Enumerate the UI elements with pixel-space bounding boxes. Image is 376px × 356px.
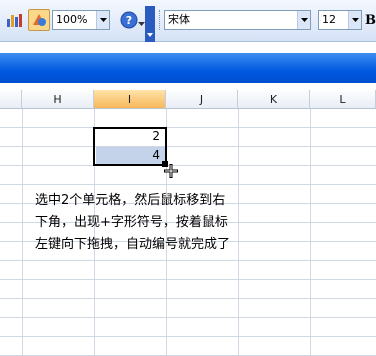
column-header-k[interactable]: K [238, 90, 310, 109]
formatting-toolbar: 100% ? 宋体 12 B [0, 0, 376, 42]
chevron-down-icon[interactable] [96, 11, 109, 29]
font-size-combo[interactable]: 12 [318, 10, 362, 30]
note-line-1: 选中2个单元格，然后鼠标移到右 [35, 193, 226, 208]
column-label: K [269, 92, 278, 106]
gap [0, 83, 376, 90]
column-label: J [199, 92, 204, 106]
bold-icon[interactable]: B [365, 9, 376, 31]
header-spacer [0, 90, 22, 109]
chevron-down-icon[interactable] [297, 11, 310, 29]
column-label: H [53, 92, 62, 106]
font-name-value: 宋体 [168, 13, 190, 26]
font-size-value: 12 [322, 13, 336, 26]
column-header-l[interactable]: L [310, 90, 376, 109]
toolbar-options-icon[interactable] [138, 12, 145, 28]
column-header-h[interactable]: H [22, 90, 94, 109]
note-line-3: 左键向下拖拽，自动编号就完成了 [35, 237, 231, 252]
column-label: L [339, 92, 346, 106]
font-name-combo[interactable]: 宋体 [164, 10, 311, 30]
title-band [0, 53, 376, 83]
column-label: I [127, 92, 132, 106]
zoom-value: 100% [56, 13, 88, 26]
column-header-j[interactable]: J [166, 90, 238, 109]
toolbar-edge [145, 6, 155, 42]
column-header-i[interactable]: I [94, 90, 166, 109]
instruction-note: 选中2个单元格，然后鼠标移到右 下角，出现+字形符号，按着鼠标 左键向下拖拽，自… [35, 190, 335, 256]
crosshair-cursor-icon [164, 164, 178, 178]
note-line-2: 下角，出现+字形符号，按着鼠标 [35, 215, 228, 230]
drawing-icon[interactable] [28, 9, 50, 31]
svg-text:?: ? [126, 14, 132, 27]
chart-icon[interactable] [4, 9, 26, 31]
cell-i-top[interactable]: 2 [100, 129, 160, 143]
cell-i-bottom[interactable]: 4 [100, 148, 160, 162]
toolbar-grip[interactable] [159, 10, 161, 30]
gap [0, 42, 376, 53]
help-icon[interactable]: ? [118, 9, 140, 31]
chevron-down-icon[interactable] [348, 11, 361, 29]
zoom-combo[interactable]: 100% [52, 10, 110, 30]
